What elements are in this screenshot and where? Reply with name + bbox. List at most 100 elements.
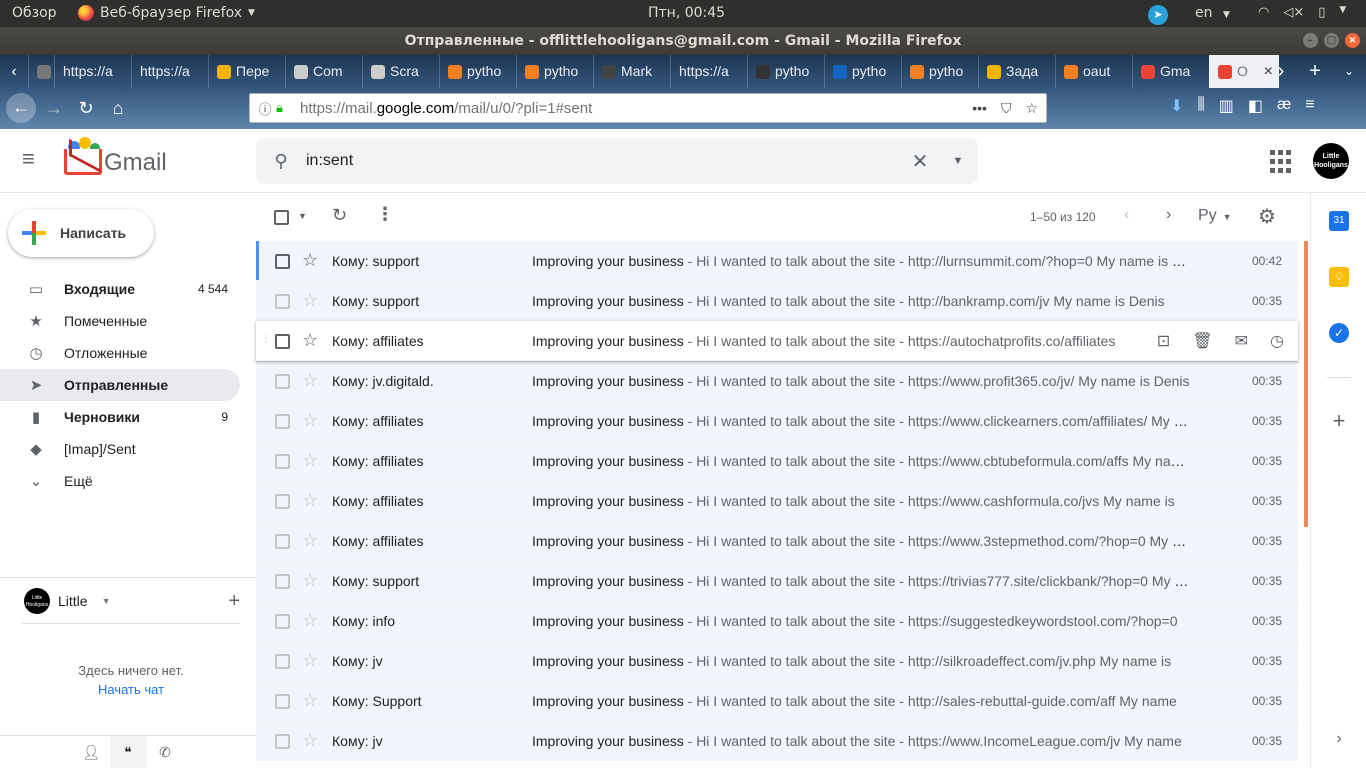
- clear-search-icon[interactable]: ✕: [902, 149, 938, 174]
- minimize-button[interactable]: –: [1303, 33, 1318, 48]
- page-actions-icon[interactable]: •••: [972, 100, 987, 117]
- reload-button[interactable]: ↻: [72, 94, 100, 122]
- browser-tab[interactable]: ://: [28, 55, 54, 88]
- select-all-checkbox[interactable]: [274, 210, 289, 225]
- search-options-icon[interactable]: ▼: [938, 155, 978, 167]
- add-addon-icon[interactable]: +: [1329, 410, 1349, 432]
- mail-row[interactable]: ☆ Кому: Support Improving your business - …: [256, 681, 1298, 721]
- expand-panel-icon[interactable]: ›: [1329, 729, 1349, 749]
- keep-icon[interactable]: 💡︎: [1329, 267, 1349, 287]
- more-options-icon[interactable]: ⋮: [376, 204, 394, 225]
- google-apps-icon[interactable]: [1270, 150, 1294, 174]
- delete-icon[interactable]: 🗑︎: [1192, 331, 1212, 351]
- pocket-icon[interactable]: ⛉: [1001, 100, 1012, 117]
- mail-row[interactable]: ⋮⋮ ☆ Кому: affiliates Improving your busine…: [256, 321, 1298, 361]
- browser-tab[interactable]: Зада: [978, 55, 1055, 88]
- sidebar-item[interactable]: ★ Помеченные: [0, 305, 240, 337]
- mail-row[interactable]: ☆ Кому: jv.digitald. Improving your busine…: [256, 361, 1298, 401]
- row-checkbox[interactable]: [275, 614, 290, 629]
- row-checkbox[interactable]: [275, 414, 290, 429]
- input-language-select[interactable]: Ру ▼: [1198, 207, 1232, 225]
- sidebar-item[interactable]: ⌄ Ещё: [0, 465, 240, 497]
- star-icon[interactable]: ☆: [302, 690, 318, 711]
- url-text[interactable]: https://mail.google.com/mail/u/0/?pli=1#…: [300, 100, 592, 117]
- browser-tab[interactable]: pytho: [439, 55, 516, 88]
- star-icon[interactable]: ☆: [302, 730, 318, 751]
- star-icon[interactable]: ☆: [302, 410, 318, 431]
- mail-row[interactable]: ☆ Кому: jv Improving your business - Hi I …: [256, 721, 1298, 761]
- star-icon[interactable]: ☆: [302, 650, 318, 671]
- settings-gear-icon[interactable]: ⚙: [1258, 204, 1276, 229]
- mail-row[interactable]: ☆ Кому: support Improving your business - …: [256, 561, 1298, 601]
- system-clock[interactable]: Птн, 00:45: [648, 5, 725, 21]
- tasks-icon[interactable]: ✓: [1329, 323, 1349, 343]
- info-icon[interactable]: ⓘ: [254, 99, 276, 118]
- row-checkbox[interactable]: [275, 694, 290, 709]
- mail-row[interactable]: ☆ Кому: affiliates Improving your business…: [256, 521, 1298, 561]
- forward-button[interactable]: →: [40, 94, 68, 122]
- chat-tab-icon[interactable]: ❝: [109, 736, 147, 768]
- browser-tab[interactable]: Scra: [362, 55, 439, 88]
- search-input[interactable]: [306, 152, 886, 170]
- account-avatar[interactable]: Little Hooligans: [1313, 143, 1349, 179]
- mail-row[interactable]: ☆ Кому: support Improving your business - …: [256, 241, 1298, 281]
- system-tray[interactable]: ◠ ◁× ▯ ▼: [1258, 5, 1346, 20]
- browser-tab[interactable]: Пере: [208, 55, 285, 88]
- keyboard-language[interactable]: en ▼: [1195, 5, 1230, 21]
- mail-row[interactable]: ☆ Кому: affiliates Improving your business…: [256, 441, 1298, 481]
- activities-button[interactable]: Обзор: [12, 5, 57, 21]
- mail-row[interactable]: ☆ Кому: jv Improving your business - Hi I …: [256, 641, 1298, 681]
- browser-tab[interactable]: https://a: [54, 55, 131, 88]
- extension-ae-icon[interactable]: æ: [1277, 96, 1291, 116]
- hangouts-user[interactable]: Little Hooligans Little ▼ +: [24, 587, 240, 615]
- row-checkbox[interactable]: [275, 574, 290, 589]
- extension-icon[interactable]: ◧: [1248, 96, 1263, 116]
- row-checkbox[interactable]: [275, 254, 290, 269]
- browser-tab[interactable]: pytho: [747, 55, 824, 88]
- row-checkbox[interactable]: [275, 294, 290, 309]
- library-icon[interactable]: ⫼: [1197, 96, 1204, 116]
- main-menu-icon[interactable]: ≡: [22, 148, 50, 173]
- star-icon[interactable]: ☆: [302, 570, 318, 591]
- mail-row[interactable]: ☆ Кому: affiliates Improving your business…: [256, 481, 1298, 521]
- chevron-down-icon[interactable]: ▼: [102, 596, 111, 606]
- browser-tab[interactable]: pytho: [824, 55, 901, 88]
- browser-tab[interactable]: pytho: [516, 55, 593, 88]
- star-icon[interactable]: ☆: [302, 450, 318, 471]
- back-button[interactable]: ←: [6, 93, 36, 123]
- bookmark-star-icon[interactable]: ☆: [1025, 100, 1038, 117]
- star-icon[interactable]: ☆: [302, 370, 318, 391]
- row-checkbox[interactable]: [275, 454, 290, 469]
- select-options-icon[interactable]: ▼: [298, 211, 307, 221]
- scrollbar[interactable]: [1304, 241, 1308, 527]
- mail-row[interactable]: ☆ Кому: info Improving your business - Hi …: [256, 601, 1298, 641]
- gmail-logo[interactable]: Gmail: [64, 137, 167, 177]
- close-window-button[interactable]: ×: [1345, 33, 1360, 48]
- browser-tab[interactable]: https://a: [131, 55, 208, 88]
- row-checkbox[interactable]: [275, 534, 290, 549]
- home-button[interactable]: ⌂: [104, 94, 132, 122]
- row-checkbox[interactable]: [275, 654, 290, 669]
- mail-row[interactable]: ☆ Кому: affiliates Improving your business…: [256, 401, 1298, 441]
- row-checkbox[interactable]: [275, 734, 290, 749]
- telegram-icon[interactable]: ➤: [1148, 5, 1168, 25]
- star-icon[interactable]: ☆: [302, 250, 318, 271]
- row-checkbox[interactable]: [275, 494, 290, 509]
- download-icon[interactable]: ⬇: [1170, 96, 1183, 116]
- browser-tab[interactable]: oaut: [1055, 55, 1132, 88]
- new-tab-icon[interactable]: +: [1298, 55, 1332, 88]
- start-chat-link[interactable]: Начать чат: [0, 682, 262, 697]
- scroll-tabs-right-icon[interactable]: ›: [1264, 55, 1298, 88]
- sidebar-item[interactable]: ▮ Черновики 9: [0, 401, 240, 433]
- phone-tab-icon[interactable]: ✆: [147, 736, 184, 768]
- search-icon[interactable]: ⚲: [256, 151, 306, 172]
- star-icon[interactable]: ☆: [302, 610, 318, 631]
- browser-tab[interactable]: Gma: [1132, 55, 1209, 88]
- star-icon[interactable]: ☆: [302, 530, 318, 551]
- app-menu[interactable]: Веб-браузер Firefox ▼: [78, 5, 255, 21]
- mail-row[interactable]: ☆ Кому: support Improving your business - …: [256, 281, 1298, 321]
- hamburger-menu-icon[interactable]: ≡: [1305, 96, 1314, 116]
- star-icon[interactable]: ☆: [302, 330, 318, 351]
- browser-tab[interactable]: pytho: [901, 55, 978, 88]
- compose-button[interactable]: Написать: [8, 209, 154, 257]
